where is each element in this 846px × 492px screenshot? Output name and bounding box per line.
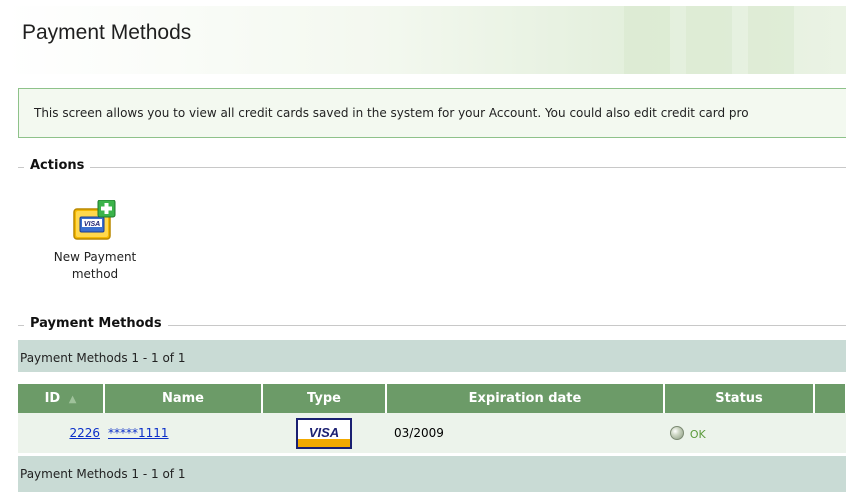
actions-divider	[18, 167, 846, 168]
status-text: OK	[689, 427, 706, 441]
column-header-name[interactable]: Name	[104, 384, 263, 413]
column-header-id[interactable]: ID ▲	[18, 384, 105, 413]
info-message: This screen allows you to view all credi…	[18, 88, 846, 138]
column-header-status[interactable]: Status	[664, 384, 815, 413]
header-decoration	[748, 6, 794, 74]
new-payment-label-line1: New Payment	[53, 250, 137, 264]
page-title: Payment Methods	[22, 21, 192, 44]
header-decoration	[686, 6, 732, 74]
payment-name-link[interactable]: *****1111	[108, 426, 169, 440]
visa-card-icon: VISA	[296, 417, 352, 449]
svg-text:VISA: VISA	[84, 221, 100, 228]
cell-name: *****1111	[104, 413, 262, 453]
card-type-label: VISA	[308, 424, 340, 440]
pager-top: Payment Methods 1 - 1 of 1	[18, 340, 846, 372]
column-header-type[interactable]: Type	[262, 384, 387, 413]
page-header: Payment Methods	[6, 6, 846, 74]
header-decoration	[624, 6, 670, 74]
cell-status: OK	[664, 413, 814, 453]
cell-expiration: 03/2009	[386, 413, 664, 453]
payment-methods-table: ID ▲ Name Type Expiration date Status 22…	[18, 384, 846, 453]
actions-section-title: Actions	[24, 158, 91, 173]
new-payment-method-button[interactable]: VISA New Payment method	[38, 200, 152, 283]
payment-methods-section-title: Payment Methods	[24, 316, 168, 331]
new-payment-label-line2: method	[71, 267, 119, 281]
cell-type: VISA	[262, 413, 386, 453]
status-ok-icon	[670, 425, 684, 440]
table-header-row: ID ▲ Name Type Expiration date Status	[18, 384, 846, 413]
table-row: 2226 *****1111 VISA 03/2009 OK	[18, 413, 846, 453]
payment-id-link[interactable]: 2226	[69, 426, 100, 440]
column-header-expiration[interactable]: Expiration date	[386, 384, 665, 413]
cell-extra	[814, 413, 846, 453]
pager-bottom: Payment Methods 1 - 1 of 1	[18, 456, 846, 492]
new-credit-card-icon: VISA	[73, 200, 116, 240]
sort-ascending-icon: ▲	[68, 394, 77, 405]
column-header-extra	[814, 384, 846, 413]
cell-id: 2226	[18, 413, 104, 453]
